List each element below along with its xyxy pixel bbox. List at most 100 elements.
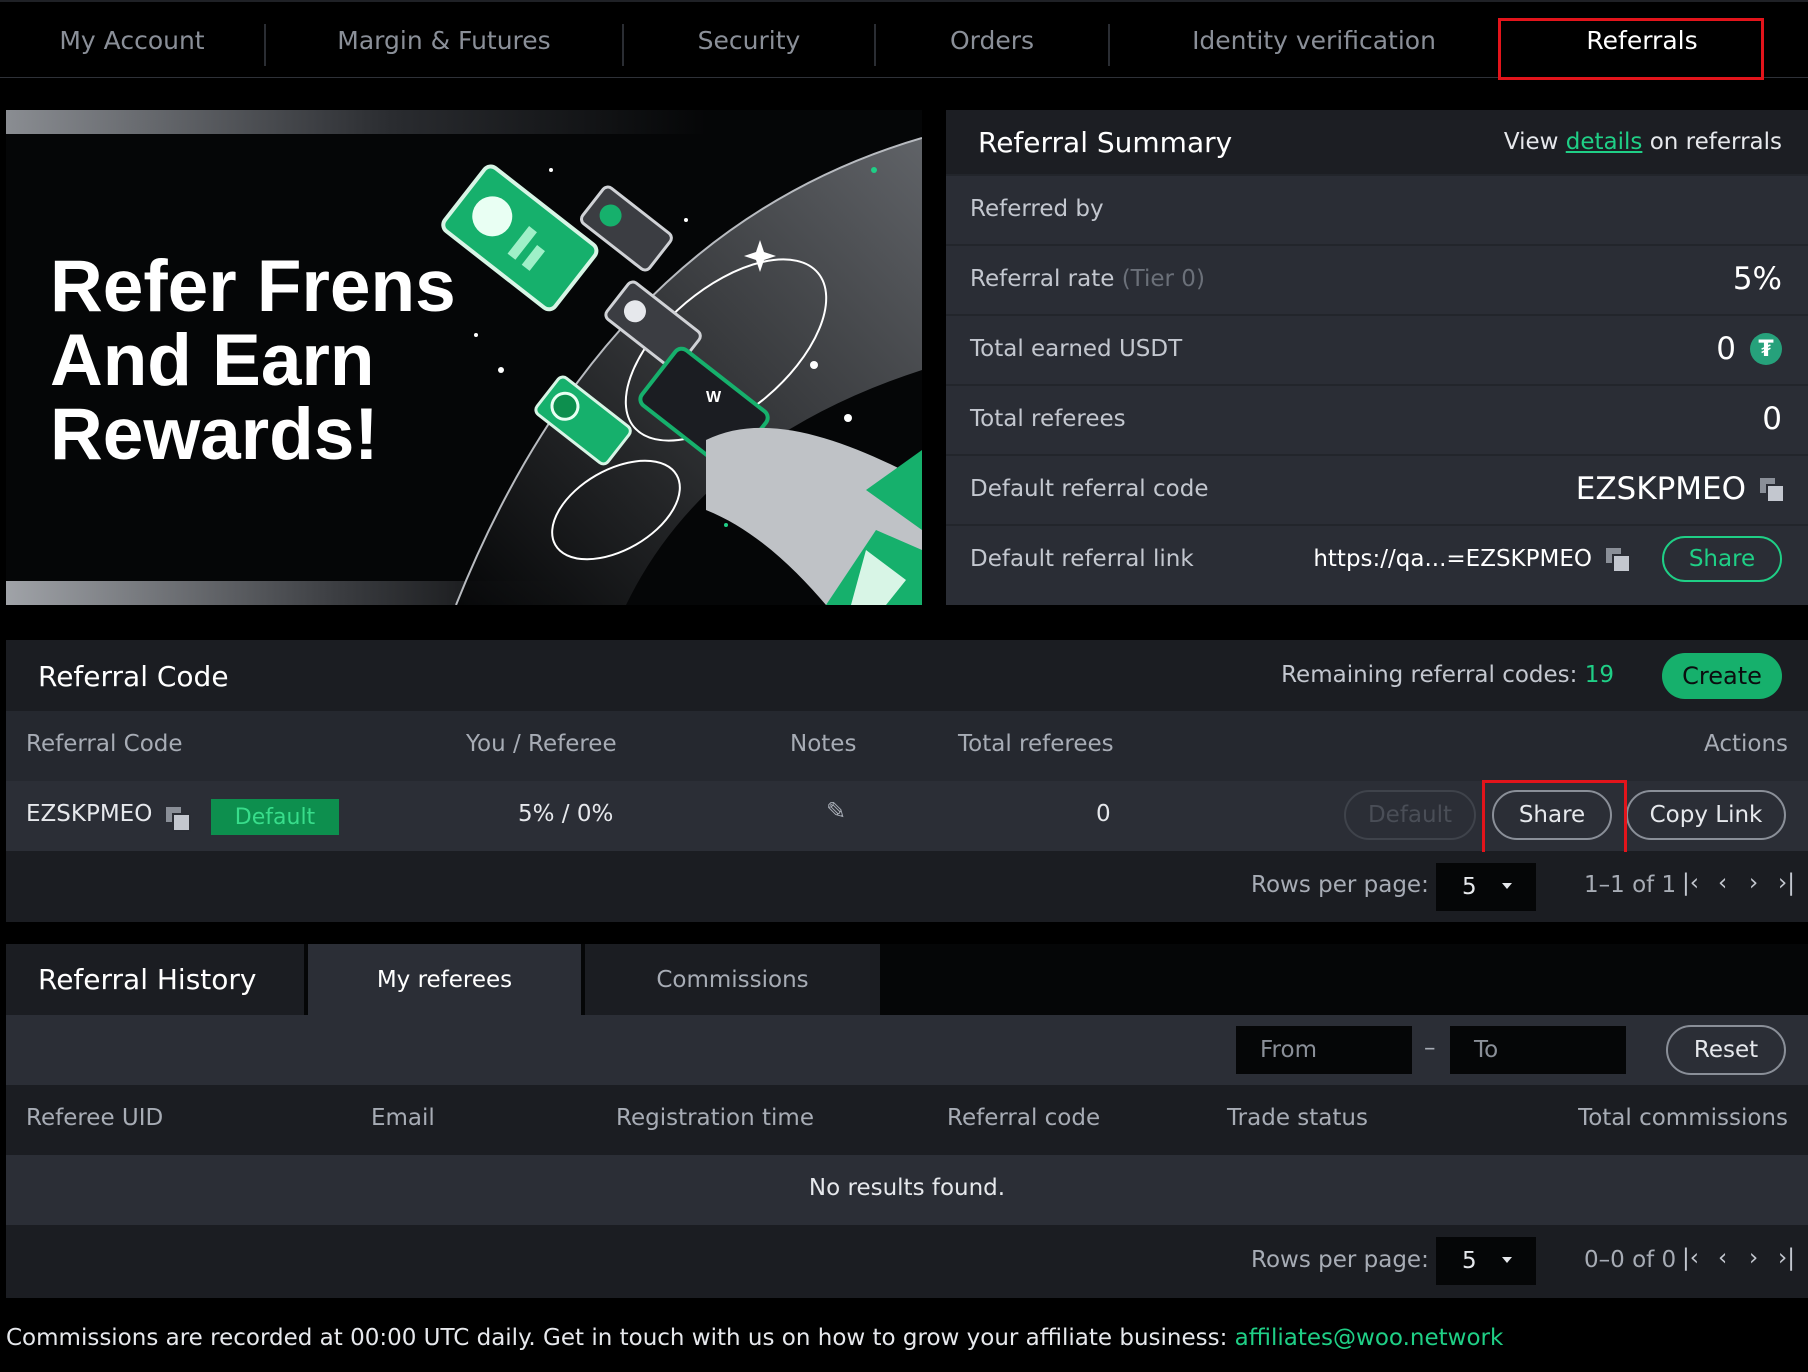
referral-summary-title: Referral Summary [978,126,1233,159]
first-page-icon[interactable]: |‹ [1682,1245,1699,1271]
page-range: 0–0 of 0 [1584,1247,1677,1273]
remaining-codes: Remaining referral codes: 19 [1281,662,1614,688]
referral-code-pagination: Rows per page: 5 1–1 of 1 |‹ ‹ › ›| [6,852,1808,922]
affiliates-email-link[interactable]: affiliates@woo.network [1235,1325,1504,1351]
from-date-input[interactable]: From [1236,1026,1412,1074]
footer-text: Commissions are recorded at 00:00 UTC da… [6,1325,1228,1351]
referral-history-section: Referral History My referees Commissions… [6,944,1808,1298]
rows-per-page-value: 5 [1462,874,1477,900]
rows-per-page-label: Rows per page: [1251,872,1429,898]
date-filter-row: From – To Reset [6,1015,1808,1085]
history-tab-bar: Referral History My referees Commissions [6,944,1808,1015]
col-email: Email [371,1105,435,1131]
caret-down-icon [1502,1257,1512,1263]
col-trade-status: Trade status [1227,1105,1368,1131]
default-code-row: Default referral code EZSKPMEO [946,454,1808,522]
tab-margin-futures[interactable]: Margin & Futures [266,2,622,78]
hero-phone-mark: W [706,389,722,406]
total-referees-label: Total referees [970,406,1126,432]
referral-summary-header: Referral Summary View details on referra… [946,110,1808,174]
set-default-button[interactable]: Default [1344,790,1476,840]
tab-security[interactable]: Security [624,2,874,78]
create-code-button[interactable]: Create [1662,653,1782,699]
usdt-tether-icon: ₮ [1750,333,1782,365]
last-page-icon[interactable]: ›| [1778,1245,1795,1271]
edit-notes-icon[interactable]: ✎ [826,797,846,825]
page-range: 1–1 of 1 [1584,872,1677,898]
tab-my-referees[interactable]: My referees [308,944,581,1015]
referral-hero-banner: W Refer Frens And Earn Rewards! [6,110,922,605]
reset-button[interactable]: Reset [1666,1025,1786,1075]
referral-code-title: Referral Code [38,660,229,693]
hero-line-1: Refer Frens [50,246,456,327]
referral-tier: (Tier 0) [1121,266,1205,292]
default-link-row: Default referral link https://qa...=EZSK… [946,524,1808,605]
tab-orders[interactable]: Orders [876,2,1108,78]
tab-my-account[interactable]: My Account [0,2,264,78]
total-earned-value-wrap: 0 ₮ [1716,331,1782,367]
copy-link-button[interactable]: Copy Link [1626,790,1786,840]
to-date-input[interactable]: To [1450,1026,1626,1074]
prev-page-icon[interactable]: ‹ [1718,870,1727,896]
hero-line-2: And Earn [50,320,375,401]
next-page-icon[interactable]: › [1749,1245,1758,1271]
default-link-label: Default referral link [970,546,1194,572]
hero-line-3: Rewards! [50,394,379,475]
share-button-highlight [1482,780,1627,855]
total-referees-row: Total referees 0 [946,384,1808,452]
referred-by-row: Referred by [946,174,1808,242]
col-referral-code: Referral Code [26,731,183,757]
col-referee-uid: Referee UID [26,1105,164,1131]
total-earned-row: Total earned USDT 0 ₮ [946,314,1808,382]
history-table-header: Referee UID Email Registration time Refe… [6,1085,1808,1155]
history-pagination: Rows per page: 5 0–0 of 0 |‹ ‹ › ›| [6,1225,1808,1298]
tab-commissions[interactable]: Commissions [585,944,880,1015]
total-referees-value: 0 [1762,401,1782,437]
referral-history-title: Referral History [6,944,304,1015]
rows-per-page-value: 5 [1462,1248,1477,1274]
referral-rate-text: Referral rate [970,266,1115,292]
row-referral-code: EZSKPMEO [26,801,153,827]
view-prefix: View [1503,129,1559,155]
next-page-icon[interactable]: › [1749,870,1758,896]
referral-summary-panel: Referral Summary View details on referra… [946,110,1808,605]
rows-per-page-label: Rows per page: [1251,1247,1429,1273]
footer-note: Commissions are recorded at 00:00 UTC da… [6,1325,1503,1351]
prev-page-icon[interactable]: ‹ [1718,1245,1727,1271]
copy-code-icon[interactable] [1760,478,1785,503]
referred-by-label: Referred by [970,196,1104,222]
referral-rate-label: Referral rate (Tier 0) [970,266,1205,292]
col-total-referees: Total referees [958,731,1114,757]
copy-link-icon[interactable] [1606,548,1631,573]
default-link-value: https://qa...=EZSKPMEO [1313,546,1592,572]
last-page-icon[interactable]: ›| [1778,870,1795,896]
remaining-codes-label: Remaining referral codes: [1281,662,1578,688]
remaining-codes-value: 19 [1584,662,1614,688]
date-range-dash: – [1424,1035,1436,1061]
no-results-text: No results found. [808,1175,1006,1201]
col-referral-code: Referral code [947,1105,1101,1131]
total-earned-value: 0 [1716,331,1736,367]
view-suffix: on referrals [1649,129,1782,155]
share-link-button[interactable]: Share [1662,536,1782,582]
details-link[interactable]: details [1566,129,1643,155]
rows-per-page-select[interactable]: 5 [1436,863,1536,911]
rows-per-page-select[interactable]: 5 [1436,1237,1536,1285]
referrals-tab-highlight [1498,18,1764,80]
default-code-value-wrap: EZSKPMEO [1575,471,1785,507]
total-earned-label: Total earned USDT [970,336,1183,362]
col-total-commissions: Total commissions [1578,1105,1788,1131]
referral-rate-value: 5% [1732,261,1782,297]
hero-headline: Refer Frens And Earn Rewards! [50,250,470,472]
row-total-referees: 0 [1096,801,1111,827]
col-actions: Actions [1703,731,1788,757]
referral-code-section: Referral Code Remaining referral codes: … [6,640,1808,922]
first-page-icon[interactable]: |‹ [1682,870,1699,896]
copy-code-icon[interactable] [166,807,191,832]
col-registration-time: Registration time [616,1105,814,1131]
empty-results-row: No results found. [6,1155,1808,1225]
tab-identity-verification[interactable]: Identity verification [1110,2,1518,78]
caret-down-icon [1502,883,1512,889]
col-notes: Notes [790,731,857,757]
default-code-value: EZSKPMEO [1575,471,1746,507]
